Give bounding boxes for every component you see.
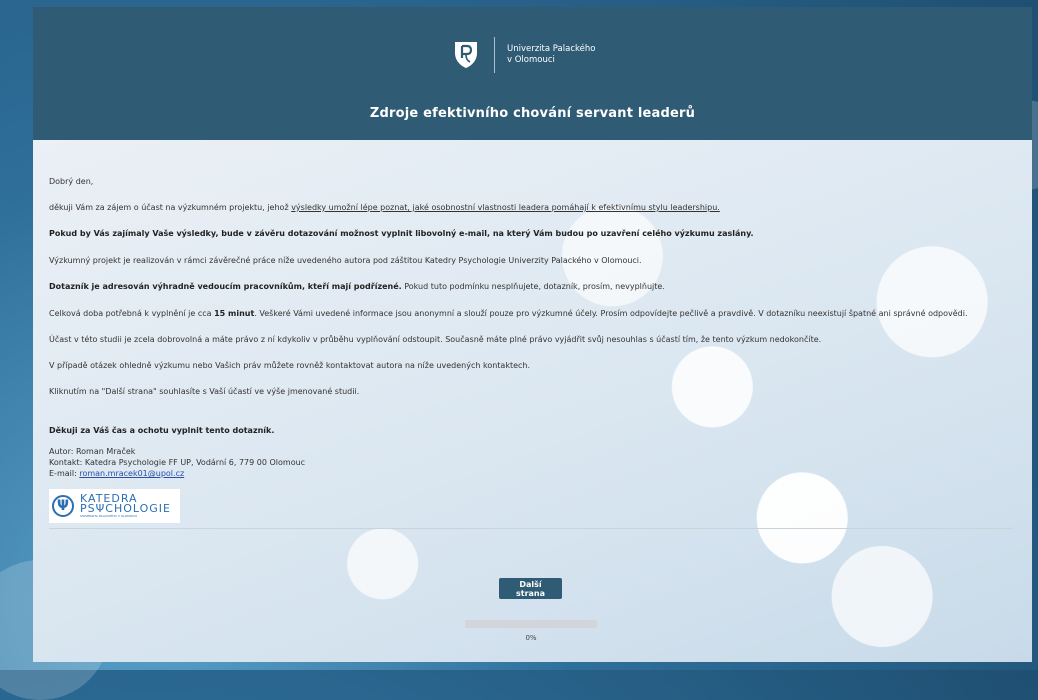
katedra-psychologie-logo: Ψ KATEDRA PSΨCHOLOGIE UNIVERZITA PALACKÉ… <box>49 489 180 523</box>
paragraph-1-prefix: děkuji Vám za zájem o účast na výzkumném… <box>49 203 292 212</box>
paragraph-voluntary: Účast v této studii je zcela dobrovolná … <box>49 335 822 344</box>
progress-bar <box>465 620 597 628</box>
survey-card: Univerzita Palackého v Olomouci Zdroje e… <box>33 7 1032 662</box>
university-name-line1: Univerzita Palackého <box>507 44 596 54</box>
paragraph-duration-prefix: Celková doba potřebná k vyplnění je cca <box>49 309 215 318</box>
next-page-button[interactable]: Další strana <box>499 578 562 599</box>
paragraph-target-bold: Dotazník je adresován výhradně vedoucím … <box>49 282 402 291</box>
university-name: Univerzita Palackého v Olomouci <box>507 44 595 66</box>
thanks-text: Děkuji za Váš čas a ochotu vyplnit tento… <box>49 426 275 435</box>
paragraph-target-rest: Pokud tuto podmínku nesplňujete, dotazní… <box>401 282 665 291</box>
logo-divider <box>494 37 495 73</box>
greeting: Dobrý den, <box>49 177 94 186</box>
university-name-line2: v Olomouci <box>507 55 555 65</box>
katedra-logo-text: KATEDRA PSΨCHOLOGIE UNIVERZITA PALACKÉHO… <box>80 493 171 519</box>
paragraph-consent: Kliknutím na "Další strana" souhlasíte s… <box>49 387 360 396</box>
email-link[interactable]: roman.mracek01@upol.cz <box>79 469 184 478</box>
paragraph-contact-info: V případě otázek ohledně výzkumu nebo Va… <box>49 361 531 370</box>
contact-line: Kontakt: Katedra Psychologie FF UP, Vodá… <box>49 458 306 467</box>
page-title: Zdroje efektivního chování servant leade… <box>369 106 696 121</box>
paragraph-project: Výzkumný projekt je realizován v rámci z… <box>49 256 642 265</box>
content-divider <box>49 528 1013 529</box>
paragraph-results: Pokud by Vás zajímaly Vaše výsledky, bud… <box>49 229 754 238</box>
paragraph-1: děkuji Vám za zájem o účast na výzkumném… <box>49 203 720 212</box>
author-line: Autor: Roman Mraček <box>49 447 136 456</box>
paragraph-duration: Celková doba potřebná k vyplnění je cca … <box>49 309 968 318</box>
email-line: E-mail: roman.mracek01@upol.cz <box>49 469 184 478</box>
paragraph-target: Dotazník je adresován výhradně vedoucím … <box>49 282 665 291</box>
katedra-logo-line2: PSΨCHOLOGIE <box>80 501 171 515</box>
email-label: E-mail: <box>49 469 80 478</box>
paragraph-duration-rest: . Veškeré Vámi uvedené informace jsou an… <box>254 309 968 318</box>
progress-label: 0% <box>525 634 537 642</box>
header-banner: Univerzita Palackého v Olomouci Zdroje e… <box>33 7 1032 140</box>
university-shield-icon <box>455 42 477 68</box>
paragraph-1-underlined: výsledky umožní lépe poznat, jaké osobno… <box>291 203 720 212</box>
paragraph-duration-bold: 15 minut <box>214 309 255 318</box>
university-logo: Univerzita Palackého v Olomouci <box>454 37 595 73</box>
psi-icon: Ψ <box>52 495 74 517</box>
